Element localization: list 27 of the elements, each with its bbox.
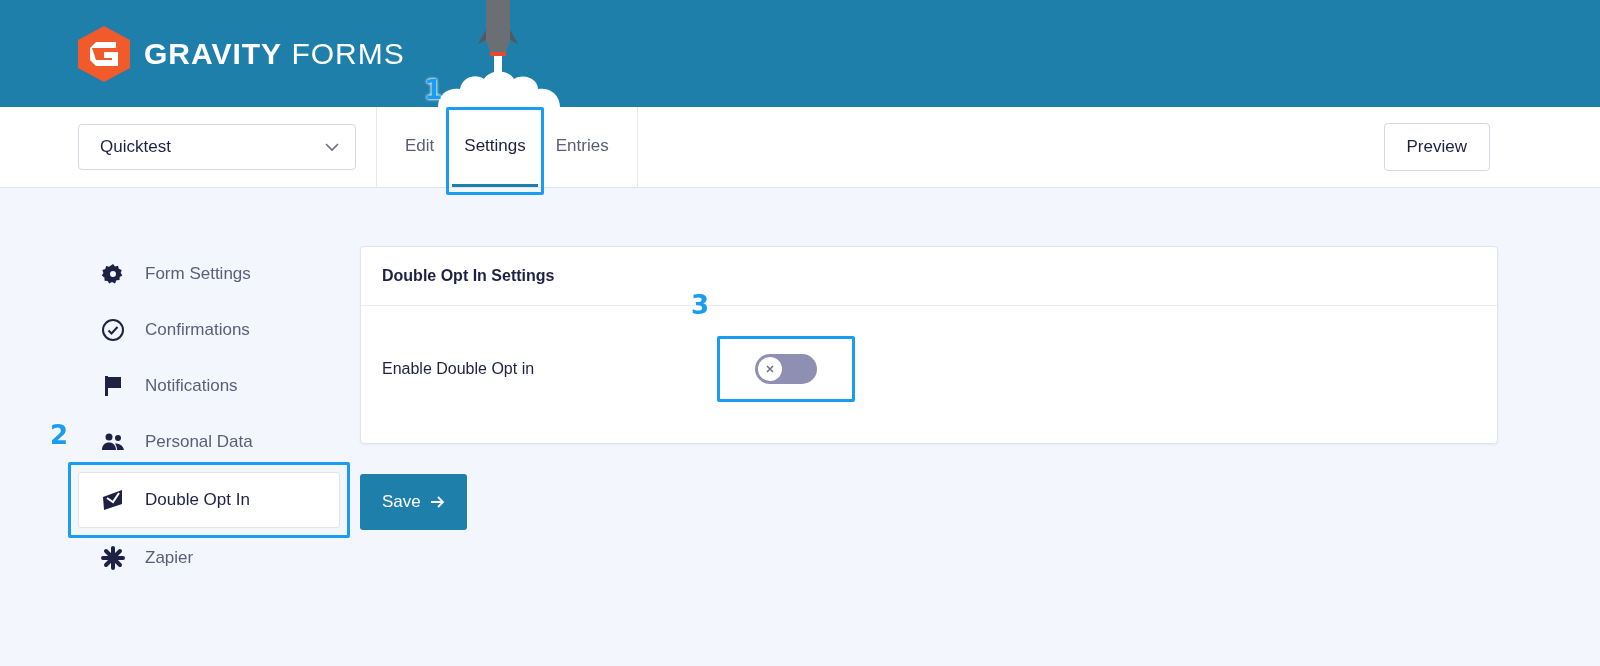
logo-text: GRAVITY FORMS [144,36,405,71]
sidebar-item[interactable]: Confirmations [78,302,340,358]
form-select[interactable]: Quicktest [78,124,356,170]
logo-icon [78,25,130,82]
card-title: Double Opt In Settings [382,267,555,285]
check-icon [101,318,125,342]
sidebar-item[interactable]: Personal Data [78,414,340,470]
tab[interactable]: Edit [393,107,447,187]
sidebar-item[interactable]: Notifications [78,358,340,414]
save-button[interactable]: Save [360,474,467,530]
toggle-switch[interactable] [755,354,817,384]
envelope-icon [101,488,125,512]
asterisk-icon [101,546,125,570]
sidebar-item[interactable]: Zapier [78,530,340,586]
callout-number: 3 [691,290,710,320]
sidebar-item[interactable]: Form Settings [78,246,340,302]
close-icon [766,365,774,373]
gear-icon [101,262,125,286]
tab[interactable]: Settings [452,107,538,187]
field-label: Enable Double Opt in [382,360,536,378]
callout-number: 1 [424,75,443,105]
preview-button[interactable]: Preview [1383,123,1490,171]
tab[interactable]: Entries [543,107,621,187]
arrow-right-icon [430,496,445,508]
callout-number: 2 [50,420,69,450]
sidebar-item[interactable]: Double Opt In [78,472,340,528]
chevron-down-icon [325,142,339,152]
